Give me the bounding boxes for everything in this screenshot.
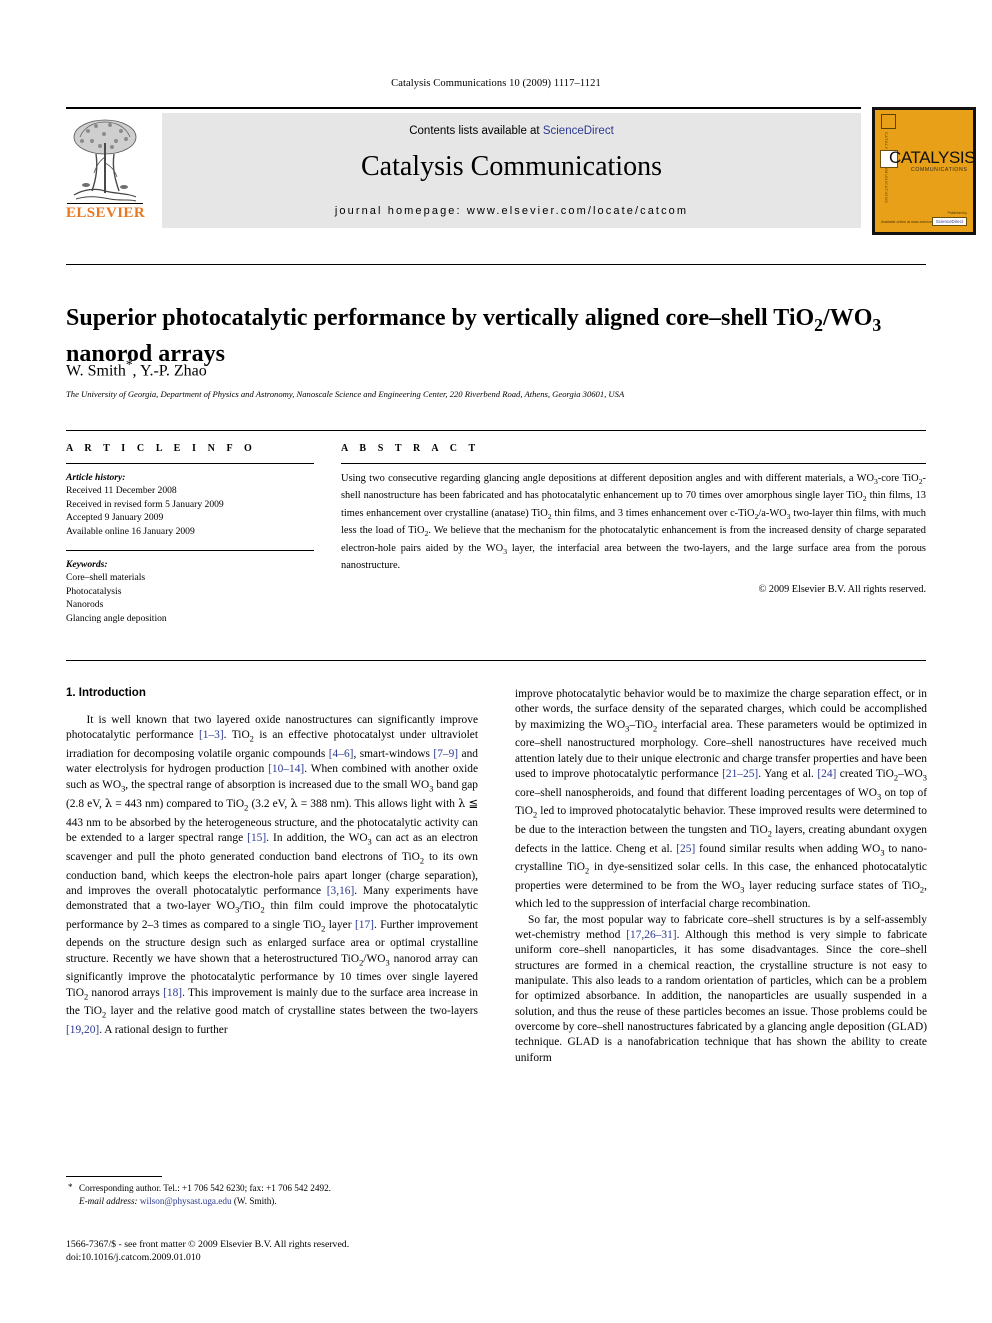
title-segment-1: Superior photocatalytic performance by v… (66, 305, 815, 332)
paper-page: Catalysis Communications 10 (2009) 1117–… (0, 0, 992, 1323)
title-separator-rule (66, 264, 926, 265)
body-top-rule (66, 660, 926, 661)
abstract-rule (341, 463, 926, 464)
body-column-right: improve photocatalytic behavior would be… (515, 687, 927, 1066)
cover-published-by: Published by (947, 211, 967, 215)
history-item: Received in revised form 5 January 2009 (66, 498, 224, 510)
paragraph: So far, the most popular way to fabricat… (515, 913, 927, 1064)
paragraph: improve photocatalytic behavior would be… (515, 688, 928, 911)
corresponding-author-note: * Corresponding author. Tel.: +1 706 542… (66, 1182, 478, 1195)
article-info-heading: A R T I C L E I N F O (66, 443, 257, 454)
journal-title: Catalysis Communications (361, 151, 662, 182)
footnote-rule (66, 1176, 162, 1177)
info-abstract-top-rule (66, 430, 926, 431)
footer-doi: doi:10.1016/j.catcom.2009.01.010 (66, 1252, 201, 1263)
email-link[interactable]: wilson@physast.uga.edu (140, 1196, 232, 1206)
history-item: Available online 16 January 2009 (66, 525, 195, 537)
cover-subtitle: COMMUNICATIONS (911, 167, 968, 173)
email-owner: (W. Smith). (233, 1195, 277, 1206)
article-history-block: Article history: Received 11 December 20… (66, 471, 314, 538)
sciencedirect-link[interactable]: ScienceDirect (543, 125, 614, 137)
title-subscript-1: 2 (814, 314, 824, 335)
article-info-divider (66, 550, 314, 552)
keyword-item: Glancing angle deposition (66, 612, 167, 624)
page-footer: 1566-7367/$ - see front matter © 2009 El… (66, 1238, 349, 1264)
abstract-heading: A B S T R A C T (341, 443, 480, 454)
keywords-label: Keywords: (66, 559, 108, 571)
keyword-item: Core–shell materials (66, 572, 146, 584)
running-head: Catalysis Communications 10 (2009) 1117–… (391, 78, 601, 89)
elsevier-tree-icon (66, 113, 144, 203)
history-item: Received 11 December 2008 (66, 485, 177, 497)
journal-homepage-line[interactable]: journal homepage: www.elsevier.com/locat… (162, 205, 861, 217)
body-column-left: 1. Introduction It is well known that tw… (66, 687, 478, 1038)
article-history-label: Article history: (66, 472, 126, 483)
article-info-rule (66, 463, 314, 464)
contents-available-line: Contents lists available at ScienceDirec… (162, 125, 861, 137)
abstract-copyright: © 2009 Elsevier B.V. All rights reserved… (758, 583, 926, 595)
elsevier-wordmark-rule (67, 203, 143, 204)
banner-grey-panel: Contents lists available at ScienceDirec… (162, 113, 861, 228)
footnote-block: * Corresponding author. Tel.: +1 706 542… (66, 1176, 478, 1207)
title-subscript-2: 3 (872, 314, 882, 335)
cover-title: CATALYSIS (889, 148, 973, 167)
contents-prefix: Contents lists available at (409, 125, 543, 137)
abstract-column: A B S T R A C T Using two consecutive re… (341, 443, 926, 595)
cover-artwork: CATALYSIS COMMUNICATIONS CATALYSIS COMMU… (875, 110, 973, 232)
corresponding-author-marker: * (125, 357, 133, 372)
email-label: E-mail address: (79, 1195, 138, 1206)
corresponding-author-text: Corresponding author. Tel.: +1 706 542 6… (79, 1183, 331, 1193)
asterisk-icon: * (68, 1182, 73, 1192)
keyword-item: Photocatalysis (66, 585, 122, 597)
paragraph: It is well known that two layered oxide … (66, 714, 478, 1036)
title-segment-2: /WO (823, 305, 873, 332)
footer-front-matter: 1566-7367/$ - see front matter © 2009 El… (66, 1239, 350, 1250)
elsevier-logo: ELSEVIER (66, 113, 146, 228)
article-info-column: A R T I C L E I N F O Article history: R… (66, 443, 314, 625)
keyword-item: Nanorods (66, 599, 104, 611)
affiliation: The University of Georgia, Department of… (66, 389, 625, 399)
email-note: E-mail address: wilson@physast.uga.edu (… (66, 1195, 478, 1208)
journal-banner: ELSEVIER Contents lists available at Sci… (66, 107, 976, 235)
abstract-text: Using two consecutive regarding glancing… (341, 473, 926, 572)
cover-footer-right: Published by ScienceDirect (931, 211, 967, 226)
banner-top-rule (66, 107, 861, 109)
history-item: Accepted 9 January 2009 (66, 512, 164, 524)
keywords-block: Keywords: Core–shell materials Photocata… (66, 558, 314, 625)
journal-cover-thumbnail: CATALYSIS COMMUNICATIONS CATALYSIS COMMU… (872, 107, 976, 235)
author-2: , Y.-P. Zhao (132, 362, 207, 380)
author-1: W. Smith (66, 362, 126, 380)
section-heading-introduction: 1. Introduction (66, 687, 146, 699)
cover-elsevier-tree-icon (881, 114, 896, 129)
cover-sciencedirect-badge: ScienceDirect (931, 217, 967, 226)
author-list: W. Smith*, Y.-P. Zhao (66, 357, 207, 380)
elsevier-wordmark: ELSEVIER (66, 205, 146, 221)
